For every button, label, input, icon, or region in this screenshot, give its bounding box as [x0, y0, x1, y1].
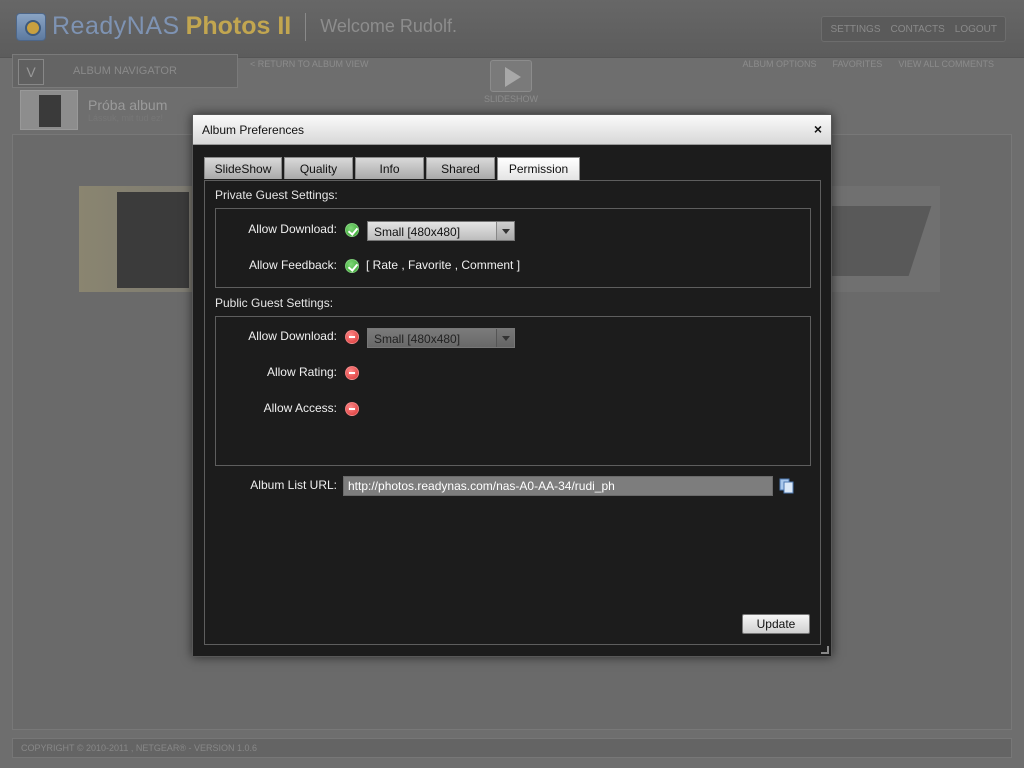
update-button[interactable]: Update: [742, 614, 810, 634]
tab-slideshow[interactable]: SlideShow: [204, 157, 282, 179]
app-logo: ReadyNAS Photos II Welcome Rudolf.: [16, 12, 457, 41]
private-guest-group: Allow Download: Small [480x480] Allow Fe…: [215, 208, 811, 288]
album-subtitle: Lássuk, mit tud ez!: [88, 113, 164, 123]
album-options-link[interactable]: ALBUM OPTIONS: [742, 59, 816, 69]
public-guest-group: Allow Download: Small [480x480] Allow Ra…: [215, 316, 811, 466]
brand-photos: Photos II: [185, 12, 292, 40]
album-navigator[interactable]: V ALBUM NAVIGATOR: [12, 54, 238, 88]
settings-link[interactable]: SETTINGS: [830, 24, 880, 35]
public-access-label: Allow Access:: [263, 401, 337, 415]
album-actions: ALBUM OPTIONS FAVORITES VIEW ALL COMMENT…: [742, 59, 994, 69]
select-value: Small [480x480]: [374, 225, 461, 239]
return-to-album-link[interactable]: < RETURN TO ALBUM VIEW: [250, 59, 368, 69]
app-footer: COPYRIGHT © 2010-2011 , NETGEAR® - VERSI…: [12, 738, 1012, 758]
private-guest-heading: Private Guest Settings:: [215, 188, 338, 202]
tab-quality[interactable]: Quality: [284, 157, 353, 179]
favorites-link[interactable]: FAVORITES: [832, 59, 882, 69]
logout-link[interactable]: LOGOUT: [955, 24, 997, 35]
public-download-size-select: Small [480x480]: [367, 328, 515, 348]
brand-ready: ReadyNAS: [52, 12, 180, 40]
camera-icon: [16, 12, 46, 41]
navigator-toggle-button[interactable]: V: [18, 59, 44, 85]
view-all-comments-link[interactable]: VIEW ALL COMMENTS: [898, 59, 994, 69]
public-rating-label: Allow Rating:: [266, 365, 337, 379]
check-circle-icon[interactable]: [345, 259, 359, 273]
preferences-tabs: SlideShow Quality Info Shared Permission: [204, 157, 580, 180]
dialog-titlebar[interactable]: Album Preferences ×: [193, 115, 831, 145]
check-circle-icon[interactable]: [345, 223, 359, 237]
private-download-size-select[interactable]: Small [480x480]: [367, 221, 515, 241]
photo-thumbnail[interactable]: [79, 186, 199, 292]
private-feedback-label: Allow Feedback:: [248, 258, 337, 272]
copyright-text: COPYRIGHT © 2010-2011 , NETGEAR® - VERSI…: [21, 743, 258, 753]
resize-handle[interactable]: [821, 646, 829, 654]
close-icon[interactable]: ×: [814, 121, 822, 137]
album-thumbnail[interactable]: [20, 90, 78, 130]
album-preferences-dialog: Album Preferences × SlideShow Quality In…: [192, 114, 832, 657]
album-list-url-input[interactable]: [343, 476, 773, 496]
permission-panel: Private Guest Settings: Allow Download: …: [204, 180, 821, 645]
top-links: SETTINGS CONTACTS LOGOUT: [821, 16, 1006, 42]
chevron-down-icon[interactable]: [496, 222, 514, 240]
public-guest-heading: Public Guest Settings:: [215, 296, 334, 310]
contacts-link[interactable]: CONTACTS: [891, 24, 945, 35]
chevron-down-icon: [496, 329, 514, 347]
private-download-label: Allow Download:: [248, 222, 337, 236]
tab-permission[interactable]: Permission: [497, 157, 580, 180]
slideshow-label: SLIDESHOW: [484, 94, 539, 104]
minus-circle-icon[interactable]: [345, 366, 359, 380]
select-value: Small [480x480]: [374, 332, 461, 346]
tab-info[interactable]: Info: [355, 157, 424, 179]
slideshow-button[interactable]: [490, 60, 532, 92]
minus-circle-icon[interactable]: [345, 402, 359, 416]
minus-circle-icon[interactable]: [345, 330, 359, 344]
tab-shared[interactable]: Shared: [426, 157, 495, 179]
header-divider: [305, 12, 307, 41]
welcome-text: Welcome Rudolf.: [320, 16, 457, 36]
public-download-label: Allow Download:: [248, 329, 337, 343]
app-header: ReadyNAS Photos II Welcome Rudolf. SETTI…: [0, 0, 1024, 58]
navigator-label: ALBUM NAVIGATOR: [73, 65, 177, 77]
dialog-title: Album Preferences: [202, 123, 305, 137]
album-title: Próba album: [88, 97, 168, 113]
private-feedback-options[interactable]: [ Rate , Favorite , Comment ]: [366, 258, 520, 272]
album-header: Próba album Lássuk, mit tud ez!: [20, 90, 167, 130]
album-list-url-label: Album List URL:: [250, 478, 337, 492]
copy-icon[interactable]: [779, 478, 795, 494]
